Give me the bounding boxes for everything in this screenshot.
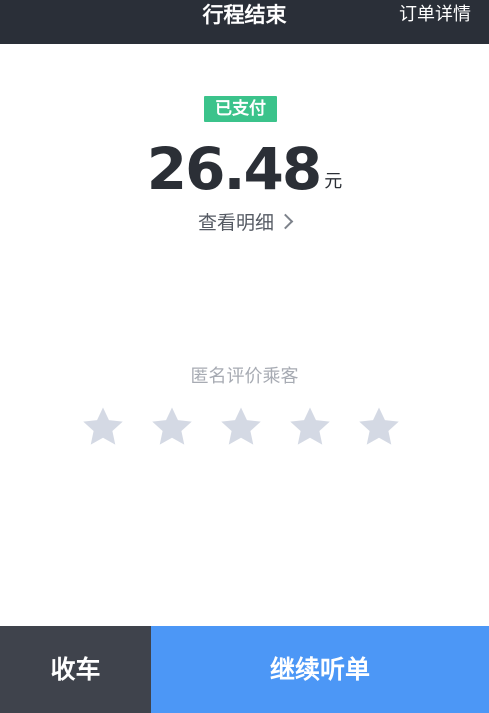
paid-status-badge: 已支付 <box>204 96 277 122</box>
star-1-icon[interactable] <box>80 404 126 450</box>
star-2-icon[interactable] <box>149 404 195 450</box>
chevron-right-icon <box>277 213 294 230</box>
view-details-label: 查看明细 <box>197 212 274 234</box>
stop-accepting-button[interactable]: 收车 <box>0 626 151 713</box>
view-details-link[interactable]: 查看明细 <box>0 208 489 238</box>
star-4-icon[interactable] <box>287 404 333 450</box>
star-rating <box>80 404 410 452</box>
fare-amount: 26.48 <box>146 135 322 203</box>
star-3-icon[interactable] <box>218 404 264 450</box>
currency-unit: 元 <box>324 171 343 192</box>
rating-label: 匿名评价乘客 <box>190 366 299 387</box>
order-details-link[interactable]: 订单详情 <box>399 0 471 30</box>
continue-listening-button[interactable]: 继续听单 <box>151 626 489 713</box>
top-bar: 行程结束 订单详情 <box>0 0 489 44</box>
star-5-icon[interactable] <box>356 404 402 450</box>
fare-amount-row: 26.48 元 <box>0 134 489 204</box>
